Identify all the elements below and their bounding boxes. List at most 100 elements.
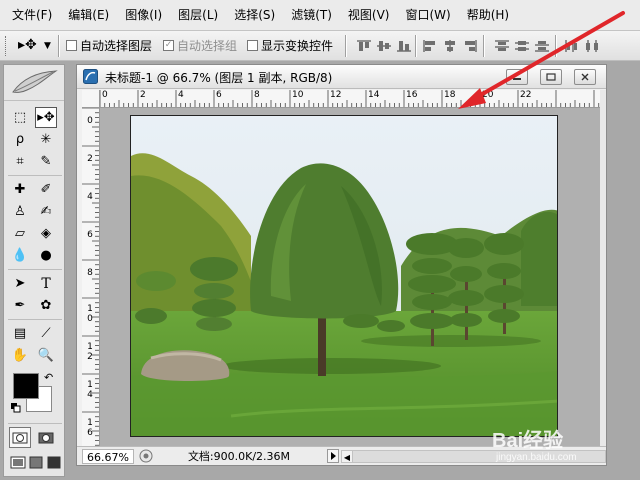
canvas-area[interactable]: [100, 108, 600, 446]
close-icon: [581, 73, 589, 81]
history-brush-tool-icon[interactable]: ✍: [35, 201, 57, 222]
ruler-label: 10: [292, 90, 304, 100]
separator: [555, 35, 557, 57]
separator: [8, 423, 62, 424]
close-button[interactable]: [574, 69, 596, 85]
minimize-icon: [513, 78, 521, 80]
document-titlebar[interactable]: 未标题-1 @ 66.7% (图层 1 副本, RGB/8): [77, 65, 606, 89]
document-title: 未标题-1 @ 66.7% (图层 1 副本, RGB/8): [105, 71, 333, 85]
menu-help[interactable]: 帮助(H): [459, 0, 517, 30]
lasso-tool-icon[interactable]: ρ: [9, 129, 31, 150]
watermark-sub: jingyan.baidu.com: [496, 452, 577, 463]
align-vcenter-icon[interactable]: [376, 39, 392, 53]
clone-stamp-tool-icon[interactable]: ♙: [9, 201, 31, 222]
distribute-vcenter-icon[interactable]: [514, 39, 530, 53]
zoom-level-field[interactable]: 66.67%: [82, 449, 134, 464]
options-bar-grip[interactable]: [5, 36, 8, 56]
pen-tool-icon[interactable]: ✒: [9, 295, 31, 316]
align-top-icon[interactable]: [356, 39, 372, 53]
auto-select-layer-checkbox[interactable]: 自动选择图层: [66, 37, 152, 54]
auto-select-group-checkbox[interactable]: ✓ 自动选择组: [163, 37, 237, 54]
move-tool-icon[interactable]: ▸✥: [18, 37, 37, 53]
photoshop-doc-icon: [83, 69, 98, 84]
triangle-right-icon: [331, 452, 336, 460]
align-left-icon[interactable]: [422, 39, 438, 53]
ruler-label: 0: [87, 314, 93, 324]
eraser-tool-icon[interactable]: ▱: [9, 223, 31, 244]
ruler-label: 0: [102, 90, 108, 100]
minimize-button[interactable]: [506, 69, 528, 85]
canvas-photo[interactable]: [130, 115, 558, 437]
move-tool-icon[interactable]: ▸✥: [35, 107, 57, 128]
ruler-label: 14: [368, 90, 380, 100]
horizontal-ruler[interactable]: 0 2 4 6 8 10 12 14 16 18 20 22: [100, 90, 600, 108]
checkbox-box-checked[interactable]: ✓: [163, 40, 174, 51]
healing-brush-tool-icon[interactable]: ✚: [9, 179, 31, 200]
distribute-left-icon[interactable]: [564, 39, 580, 53]
show-transform-controls-checkbox[interactable]: 显示变换控件: [247, 37, 333, 54]
menu-bar: 文件(F) 编辑(E) 图像(I) 图层(L) 选择(S) 滤镜(T) 视图(V…: [0, 0, 640, 31]
watermark-text: Bai经验: [492, 430, 564, 452]
ruler-label: 2: [87, 154, 93, 164]
ruler-label: 4: [87, 390, 93, 400]
status-menu-button[interactable]: [327, 449, 339, 463]
zoom-tool-icon[interactable]: 🔍: [35, 345, 57, 366]
tool-preset-dropdown-icon[interactable]: ▼: [44, 41, 51, 51]
ruler-label: 1: [87, 418, 93, 428]
menu-file[interactable]: 文件(F): [4, 0, 60, 30]
maximize-button[interactable]: [540, 69, 562, 85]
type-tool-icon[interactable]: T: [35, 273, 57, 294]
dodge-tool-icon[interactable]: ●: [35, 245, 57, 266]
screen-mode-full-icon[interactable]: [43, 452, 65, 473]
vertical-scrollbar[interactable]: [600, 90, 606, 446]
ruler-label: 12: [330, 90, 342, 100]
distribute-hcenter-icon[interactable]: [584, 39, 600, 53]
scroll-left-button[interactable]: ◀: [341, 450, 353, 463]
crop-tool-icon[interactable]: ⌗: [9, 151, 31, 172]
slice-tool-icon[interactable]: ✎: [35, 151, 57, 172]
menu-view[interactable]: 视图(V): [340, 0, 398, 30]
ruler-label: 2: [87, 352, 93, 362]
ruler-label: 6: [87, 428, 93, 438]
menu-window[interactable]: 窗口(W): [397, 0, 458, 30]
menu-edit[interactable]: 编辑(E): [60, 0, 117, 30]
quick-mask-mode-icon[interactable]: [35, 427, 57, 448]
brush-tool-icon[interactable]: ✐: [35, 179, 57, 200]
marquee-tool-icon[interactable]: ⬚: [9, 107, 31, 128]
path-selection-tool-icon[interactable]: ➤: [9, 273, 31, 294]
checkbox-box[interactable]: [66, 40, 77, 51]
menu-layer[interactable]: 图层(L): [170, 0, 226, 30]
align-bottom-icon[interactable]: [396, 39, 412, 53]
options-bar: ▸✥ ▼ 自动选择图层 ✓ 自动选择组 显示变换控件: [0, 31, 640, 61]
standard-mode-icon[interactable]: [9, 427, 31, 448]
foreground-color-swatch[interactable]: [13, 373, 39, 399]
notes-tool-icon[interactable]: ▤: [9, 323, 31, 344]
ruler-label: 6: [87, 230, 93, 240]
checkbox-box[interactable]: [247, 40, 258, 51]
swap-colors-icon[interactable]: ↶: [44, 371, 53, 384]
separator: [415, 35, 417, 57]
align-right-icon[interactable]: [462, 39, 478, 53]
vertical-ruler[interactable]: 0 2 4 6 8 1 0 1 2 1 4 1 6: [82, 108, 100, 446]
magic-wand-tool-icon[interactable]: ✳: [35, 129, 57, 150]
eyedropper-tool-icon[interactable]: ⟋: [35, 323, 57, 344]
menu-filter[interactable]: 滤镜(T): [283, 0, 340, 30]
toolbox: ⬚ ▸✥ ρ ✳ ⌗ ✎ ✚ ✐ ♙ ✍ ▱ ◈ 💧 ● ➤ T ✒ ✿ ▤ ⟋…: [3, 64, 65, 477]
default-colors-icon[interactable]: [11, 403, 21, 413]
ruler-origin[interactable]: [82, 90, 100, 108]
blur-tool-icon[interactable]: 💧: [9, 245, 31, 266]
document-window: 未标题-1 @ 66.7% (图层 1 副本, RGB/8) 0 2 4 6 8…: [76, 64, 607, 466]
toolbox-header[interactable]: [4, 65, 64, 101]
status-info-icon[interactable]: [139, 449, 153, 463]
align-hcenter-icon[interactable]: [442, 39, 458, 53]
hand-tool-icon[interactable]: ✋: [9, 345, 31, 366]
custom-shape-tool-icon[interactable]: ✿: [35, 295, 57, 316]
paint-bucket-tool-icon[interactable]: ◈: [35, 223, 57, 244]
menu-image[interactable]: 图像(I): [117, 0, 170, 30]
ruler-label: 1: [87, 304, 93, 314]
distribute-bottom-icon[interactable]: [534, 39, 550, 53]
document-size-info: 文档:900.0K/2.36M: [187, 450, 291, 463]
maximize-icon: [546, 73, 556, 81]
menu-select[interactable]: 选择(S): [226, 0, 283, 30]
distribute-top-icon[interactable]: [494, 39, 510, 53]
